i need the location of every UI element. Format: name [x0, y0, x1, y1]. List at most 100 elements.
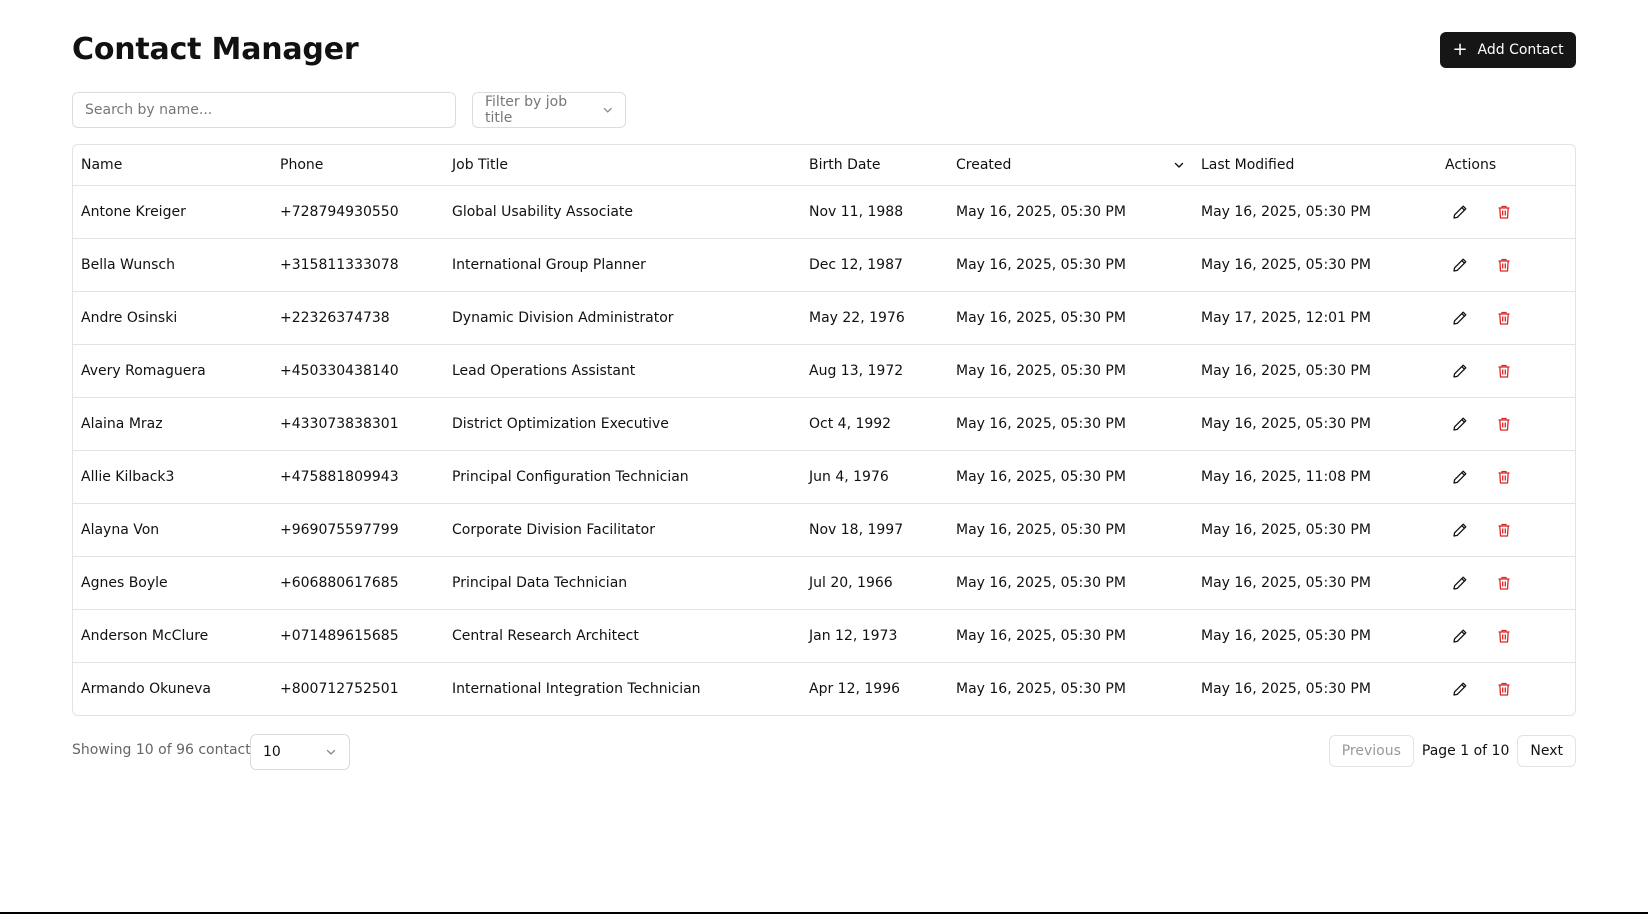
cell-created: May 16, 2025, 05:30 PM — [948, 291, 1193, 345]
cell-birth-date: Nov 11, 1988 — [801, 185, 948, 239]
col-header-last-modified[interactable]: Last Modified — [1193, 145, 1437, 186]
trash-icon — [1498, 205, 1510, 219]
table-body: Antone Kreiger +728794930550 Global Usabil… — [73, 185, 1575, 716]
col-header-phone[interactable]: Phone — [272, 145, 444, 186]
cell-name: Bella Wunsch — [73, 238, 272, 292]
job-title-filter[interactable]: Filter by job title — [472, 92, 626, 128]
cell-last-modified: May 16, 2025, 05:30 PM — [1193, 503, 1437, 557]
cell-job-title: Dynamic Division Administrator — [444, 291, 801, 345]
cell-created: May 16, 2025, 05:30 PM — [956, 681, 1126, 697]
cell-job-title: Global Usability Associate — [444, 185, 801, 239]
cell-name: Armando Okuneva — [81, 681, 211, 697]
edit-button[interactable] — [1451, 521, 1469, 539]
cell-actions — [1437, 503, 1575, 557]
col-header-name[interactable]: Name — [73, 145, 272, 186]
delete-button[interactable] — [1495, 256, 1513, 274]
delete-button[interactable] — [1495, 468, 1513, 486]
col-header-created-label: Created — [956, 157, 1012, 173]
page-size-value: 10 — [263, 744, 281, 760]
delete-button[interactable] — [1495, 627, 1513, 645]
pencil-icon — [1453, 258, 1467, 272]
pencil-icon — [1453, 629, 1467, 643]
cell-created: May 16, 2025, 05:30 PM — [948, 344, 1193, 398]
page-size-select[interactable]: 10 — [250, 734, 350, 770]
add-contact-button[interactable]: + Add Contact — [1440, 32, 1576, 68]
table-row: Antone Kreiger +728794930550 Global Usabil… — [73, 185, 1575, 239]
cell-created: May 16, 2025, 05:30 PM — [948, 185, 1193, 239]
cell-created: May 16, 2025, 05:30 PM — [948, 556, 1193, 610]
cell-birth-date: Jul 20, 1966 — [801, 556, 948, 610]
next-page-button[interactable]: Next — [1517, 735, 1576, 767]
delete-button[interactable] — [1495, 574, 1513, 592]
pencil-icon — [1453, 311, 1467, 325]
contacts-table: Name Phone Job Title Birth Date Created … — [72, 144, 1576, 716]
table-row: Bella Wunsch +315811333078 International G… — [73, 238, 1575, 292]
cell-job-title: District Optimization Executive — [444, 397, 801, 451]
table-row: Anderson McClure +071489615685 Central Res… — [73, 609, 1575, 663]
cell-last-modified: May 16, 2025, 05:30 PM — [1193, 185, 1437, 239]
col-header-birth-date[interactable]: Birth Date — [801, 145, 948, 186]
cell-job-title: Lead Operations Assistant — [444, 344, 801, 398]
table-row: Alayna Von +969075597799 Corporate Divisio… — [73, 503, 1575, 557]
trash-icon — [1498, 470, 1510, 484]
edit-button[interactable] — [1451, 362, 1469, 380]
cell-created: May 16, 2025, 05:30 PM — [948, 238, 1193, 292]
header: Contact Manager + Add Contact — [72, 30, 1576, 70]
cell-phone: +969075597799 — [272, 503, 444, 557]
cell-created: May 16, 2025, 05:30 PM — [948, 397, 1193, 451]
cell-actions — [1437, 450, 1575, 504]
cell-phone: +071489615685 — [272, 609, 444, 663]
col-header-created[interactable]: Created — [948, 145, 1193, 186]
sort-chevron-down-icon[interactable] — [1173, 159, 1185, 171]
pencil-icon — [1453, 523, 1467, 537]
cell-name: Alayna Von — [73, 503, 272, 557]
table-row: Armando Okuneva +800712752501 Internationa… — [73, 663, 1575, 716]
edit-button[interactable] — [1451, 627, 1469, 645]
delete-button[interactable] — [1495, 521, 1513, 539]
table-row: Avery Romaguera +450330438140 Lead Operati… — [73, 344, 1575, 398]
pagination: Previous Page 1 of 10 Next — [1328, 734, 1576, 768]
cell-actions — [1437, 185, 1575, 239]
cell-created: May 16, 2025, 05:30 PM — [948, 609, 1193, 663]
edit-button[interactable] — [1451, 415, 1469, 433]
job-filter-label: Filter by job title — [485, 94, 568, 126]
trash-icon — [1498, 523, 1510, 537]
cell-name: Antone Kreiger — [73, 185, 272, 239]
pencil-icon — [1453, 576, 1467, 590]
cell-phone: +315811333078 — [272, 238, 444, 292]
cell-actions — [1437, 344, 1575, 398]
cell-name: Andre Osinski — [73, 291, 272, 345]
edit-button[interactable] — [1451, 468, 1469, 486]
search-input[interactable] — [72, 92, 456, 128]
cell-job-title: Central Research Architect — [444, 609, 801, 663]
delete-button[interactable] — [1495, 362, 1513, 380]
cell-last-modified: May 16, 2025, 05:30 PM — [1193, 556, 1437, 610]
trash-icon — [1498, 629, 1510, 643]
showing-count: Showing 10 of 96 contacts — [72, 742, 259, 758]
edit-button[interactable] — [1451, 309, 1469, 327]
trash-icon — [1498, 682, 1510, 696]
edit-button[interactable] — [1451, 256, 1469, 274]
previous-page-button[interactable]: Previous — [1328, 735, 1414, 767]
cell-job-title: Principal Configuration Technician — [444, 450, 801, 504]
cell-actions — [1437, 291, 1575, 345]
table-header-row: Name Phone Job Title Birth Date Created … — [73, 145, 1575, 186]
delete-button[interactable] — [1495, 309, 1513, 327]
pencil-icon — [1453, 417, 1467, 431]
col-header-job-title[interactable]: Job Title — [444, 145, 801, 186]
cell-name: Allie Kilback3 — [73, 450, 272, 504]
cell-phone: +606880617685 — [272, 556, 444, 610]
cell-job-title: International Group Planner — [444, 238, 801, 292]
delete-button[interactable] — [1495, 680, 1513, 698]
delete-button[interactable] — [1495, 203, 1513, 221]
edit-button[interactable] — [1451, 574, 1469, 592]
delete-button[interactable] — [1495, 415, 1513, 433]
edit-button[interactable] — [1451, 203, 1469, 221]
trash-icon — [1498, 417, 1510, 431]
chevron-down-icon — [326, 749, 336, 755]
cell-actions — [1437, 397, 1575, 451]
cell-actions — [1437, 556, 1575, 610]
cell-name: Anderson McClure — [73, 609, 272, 663]
cell-phone: +800712752501 — [280, 681, 399, 697]
edit-button[interactable] — [1451, 680, 1469, 698]
